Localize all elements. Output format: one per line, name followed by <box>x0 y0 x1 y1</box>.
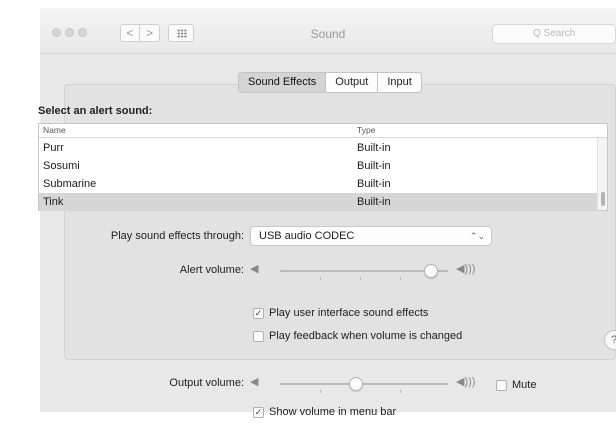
table-row-selected[interactable]: Tink Built-in <box>39 193 597 211</box>
table-header: Name Type <box>39 124 607 138</box>
slider-tick <box>320 390 321 393</box>
row-type: Built-in <box>357 178 391 190</box>
speaker-high-icon: ◀))) <box>456 376 476 388</box>
slider-tick <box>360 277 361 280</box>
menu-bar-checkbox[interactable]: ✓ <box>253 406 264 418</box>
row-type: Built-in <box>357 196 391 208</box>
output-volume-track[interactable] <box>280 383 448 385</box>
slider-tick <box>320 277 321 280</box>
mute-label: Mute <box>512 379 537 391</box>
scrollbar-thumb[interactable] <box>601 192 605 206</box>
tab-bar: Sound Effects Output Input <box>238 72 422 93</box>
mute-option[interactable]: Mute <box>496 379 536 391</box>
column-header-type[interactable]: Type <box>357 125 375 135</box>
tab-output[interactable]: Output <box>326 73 379 92</box>
ui-sound-effects-checkbox[interactable]: ✓ <box>253 307 264 319</box>
speaker-low-icon: ◀ <box>250 376 259 388</box>
mute-checkbox[interactable] <box>496 379 507 391</box>
row-type: Built-in <box>357 160 391 172</box>
row-name: Sosumi <box>43 160 80 172</box>
ui-sound-effects-label: Play user interface sound effects <box>269 307 429 319</box>
table-row[interactable]: Purr Built-in <box>39 139 597 157</box>
table-scrollbar[interactable] <box>597 138 607 210</box>
table-row[interactable]: Submarine Built-in <box>39 175 597 193</box>
selected-device: USB audio CODEC <box>259 230 355 242</box>
speaker-high-icon: ◀))) <box>456 263 476 275</box>
slider-tick <box>400 390 401 393</box>
volume-feedback-label: Play feedback when volume is changed <box>269 330 463 342</box>
row-name: Purr <box>43 142 64 154</box>
column-header-name[interactable]: Name <box>43 125 66 135</box>
search-input[interactable]: Q Search <box>492 24 616 44</box>
alert-sound-table: Name Type Purr Built-in Sosumi Built-in … <box>38 123 608 211</box>
tab-sound-effects[interactable]: Sound Effects <box>239 73 327 92</box>
ui-sound-effects-option[interactable]: ✓ Play user interface sound effects <box>253 307 428 319</box>
slider-tick <box>400 277 401 280</box>
row-type: Built-in <box>357 142 391 154</box>
alert-volume-label: Alert volume: <box>179 264 244 276</box>
menu-bar-option[interactable]: ✓ Show volume in menu bar <box>253 406 396 418</box>
alert-sound-heading: Select an alert sound: <box>38 105 153 117</box>
table-row[interactable]: Sosumi Built-in <box>39 157 597 175</box>
volume-feedback-option[interactable]: Play feedback when volume is changed <box>253 330 462 342</box>
play-through-label: Play sound effects through: <box>110 230 244 242</box>
output-device-select[interactable]: USB audio CODEC ⌃⌄ <box>250 226 492 246</box>
row-name: Tink <box>43 196 64 208</box>
volume-feedback-checkbox[interactable] <box>253 330 264 342</box>
menu-bar-label: Show volume in menu bar <box>269 406 397 418</box>
output-volume-label: Output volume: <box>169 377 244 389</box>
alert-volume-track[interactable] <box>280 270 448 272</box>
chevron-updown-icon: ⌃⌄ <box>469 231 485 241</box>
title-bar: < > Sound Q Search <box>40 8 616 54</box>
output-volume-knob[interactable] <box>348 377 363 391</box>
row-name: Submarine <box>43 178 97 190</box>
tab-input[interactable]: Input <box>378 73 420 92</box>
speaker-low-icon: ◀ <box>250 263 259 275</box>
